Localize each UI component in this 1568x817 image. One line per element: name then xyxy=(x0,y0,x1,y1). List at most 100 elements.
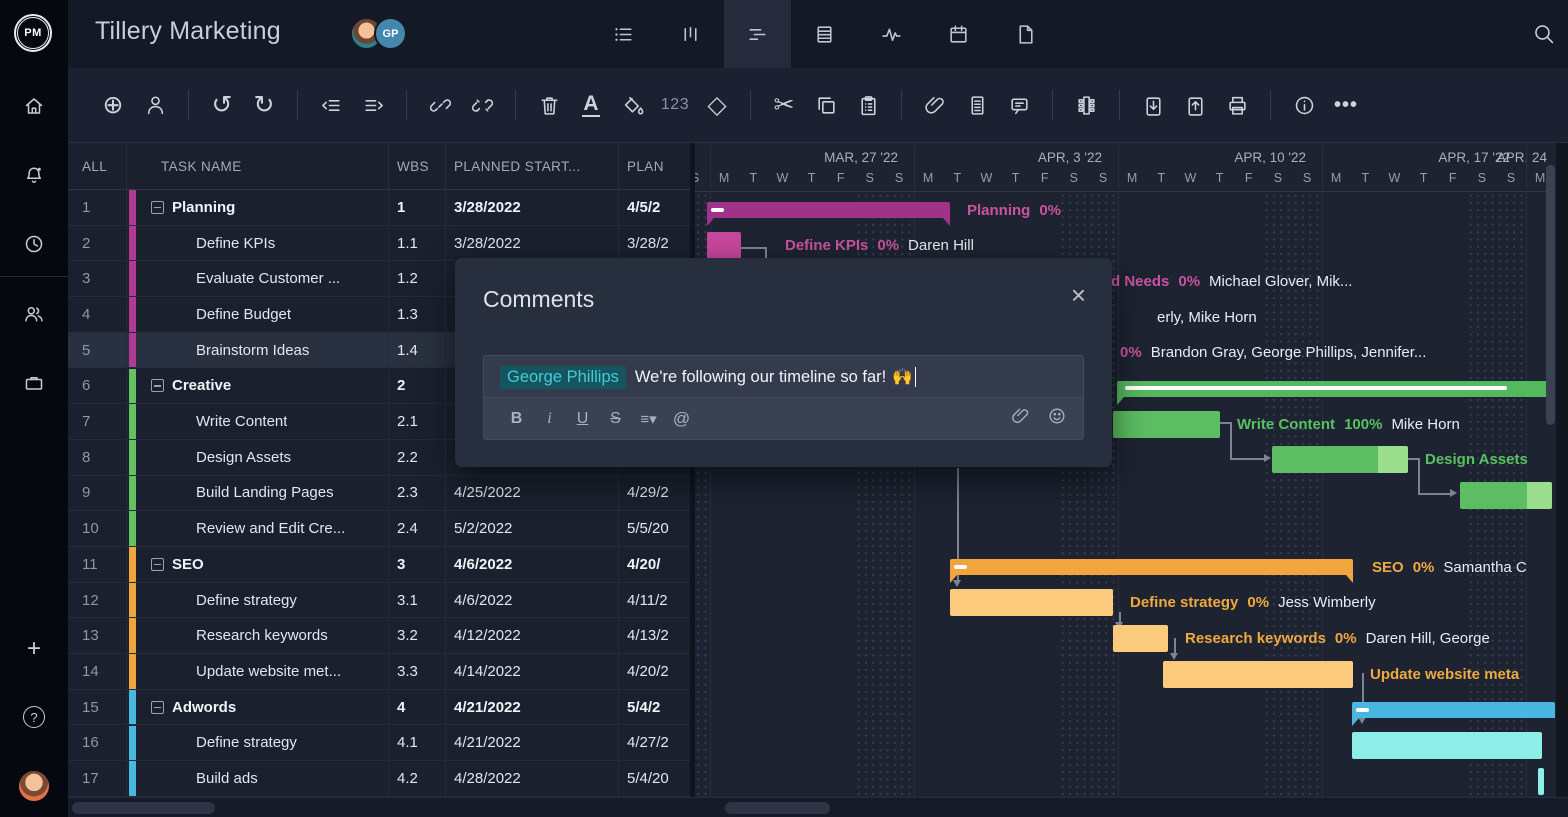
tab-docs-view[interactable] xyxy=(992,0,1059,68)
table-row-2[interactable]: 2Define KPIs1.13/28/20223/28/2 xyxy=(68,226,690,262)
tab-sheet-view[interactable] xyxy=(791,0,858,68)
attach-file-icon[interactable] xyxy=(1011,406,1031,431)
print-icon[interactable] xyxy=(1217,85,1257,125)
gantt-bar-row-11[interactable] xyxy=(950,559,1353,575)
gantt-bar-row-8[interactable] xyxy=(1272,446,1408,473)
redo-icon[interactable]: ↻ xyxy=(244,85,284,125)
copy-icon[interactable] xyxy=(806,85,846,125)
toolbar-separator xyxy=(1270,90,1271,120)
list-dropdown-icon[interactable]: ≡▾ xyxy=(632,410,665,428)
gantt-bar-row-17[interactable] xyxy=(1538,768,1544,795)
gantt-bar-row-13[interactable] xyxy=(1113,625,1168,652)
dependency-line xyxy=(741,247,765,249)
task-name: Research keywords xyxy=(196,627,328,644)
delete-icon[interactable] xyxy=(529,85,569,125)
table-hscroll-thumb[interactable] xyxy=(72,802,215,814)
table-row-14[interactable]: 14Update website met...3.34/14/20224/20/… xyxy=(68,654,690,690)
underline-button[interactable]: U xyxy=(566,410,599,428)
table-row-12[interactable]: 12Define strategy3.14/6/20224/11/2 xyxy=(68,583,690,619)
collapse-icon[interactable] xyxy=(151,558,164,571)
emoji-picker-icon[interactable] xyxy=(1047,406,1067,431)
assign-person-icon[interactable] xyxy=(135,85,175,125)
member-avatar-gp[interactable]: GP xyxy=(374,17,407,50)
columns-icon[interactable] xyxy=(1066,85,1106,125)
wbs-value: 3.2 xyxy=(389,618,446,653)
task-color-bar xyxy=(129,226,136,261)
collapse-icon[interactable] xyxy=(151,701,164,714)
sidebar-add-icon[interactable]: + xyxy=(0,629,68,669)
comment-icon[interactable] xyxy=(999,85,1039,125)
table-row-9[interactable]: 9Build Landing Pages2.34/25/20224/29/2 xyxy=(68,476,690,512)
collapse-icon[interactable] xyxy=(151,201,164,214)
attachment-icon[interactable] xyxy=(915,85,955,125)
more-icon[interactable]: ••• xyxy=(1326,85,1366,125)
table-row-16[interactable]: 16Define strategy4.14/21/20224/27/2 xyxy=(68,726,690,762)
gantt-bar-row-16[interactable] xyxy=(1352,732,1542,759)
import-icon[interactable] xyxy=(1133,85,1173,125)
gantt-bar-row-15[interactable] xyxy=(1352,702,1555,718)
sidebar-help-icon[interactable]: ? xyxy=(0,697,68,737)
add-task-icon[interactable]: ⊕ xyxy=(93,85,133,125)
italic-button[interactable]: i xyxy=(533,410,566,428)
tab-activity-view[interactable] xyxy=(858,0,925,68)
header-planned-start: PLANNED START... xyxy=(446,143,619,189)
unlink-tasks-icon[interactable] xyxy=(462,85,502,125)
tab-calendar-view[interactable] xyxy=(925,0,992,68)
gantt-hscroll-thumb[interactable] xyxy=(725,802,830,814)
tab-board-view[interactable] xyxy=(657,0,724,68)
raised-hands-emoji: 🙌 xyxy=(892,368,913,387)
sidebar-portfolio-icon[interactable] xyxy=(0,363,68,403)
gantt-bar-row-9[interactable] xyxy=(1460,482,1552,509)
header-all[interactable]: ALL xyxy=(68,143,127,189)
bold-button[interactable]: B xyxy=(500,410,533,428)
task-color-bar xyxy=(129,440,136,475)
table-row-15[interactable]: 15Adwords44/21/20225/4/2 xyxy=(68,690,690,726)
gantt-bar-row-14[interactable] xyxy=(1163,661,1353,688)
gantt-bar-row-12[interactable] xyxy=(950,589,1113,616)
gantt-bar-row-6[interactable] xyxy=(1117,381,1555,397)
outdent-icon[interactable] xyxy=(311,85,351,125)
wbs-value: 2.2 xyxy=(389,440,446,475)
day-letter: T xyxy=(1414,171,1434,185)
cut-icon[interactable]: ✂ xyxy=(764,85,804,125)
sidebar-home-icon[interactable] xyxy=(0,86,68,126)
week-boundary xyxy=(1526,145,1527,190)
paste-icon[interactable] xyxy=(848,85,888,125)
gantt-bar-row-7[interactable] xyxy=(1113,411,1220,438)
project-title: Tillery Marketing xyxy=(95,17,281,46)
gantt-bar-row-2[interactable] xyxy=(707,232,741,259)
mention-button[interactable]: @ xyxy=(665,409,698,429)
comment-input[interactable]: George Phillips We're following our time… xyxy=(484,356,1083,398)
gantt-bar-row-1[interactable] xyxy=(707,202,950,218)
table-row-11[interactable]: 11SEO34/6/20224/20/ xyxy=(68,547,690,583)
text-color-icon[interactable]: A xyxy=(571,85,611,125)
mention-chip[interactable]: George Phillips xyxy=(500,366,626,389)
collapse-icon[interactable] xyxy=(151,379,164,392)
indent-icon[interactable] xyxy=(353,85,393,125)
export-icon[interactable] xyxy=(1175,85,1215,125)
sidebar-recent-icon[interactable] xyxy=(0,224,68,264)
sidebar-profile-avatar[interactable] xyxy=(0,766,68,806)
notes-icon[interactable] xyxy=(957,85,997,125)
fill-color-icon[interactable] xyxy=(613,85,653,125)
close-icon[interactable]: × xyxy=(1071,282,1086,308)
task-color-bar xyxy=(129,297,136,332)
pm-logo[interactable]: PM xyxy=(14,14,52,52)
search-icon[interactable] xyxy=(1532,22,1555,50)
tab-list-view[interactable] xyxy=(590,0,657,68)
task-color-bar xyxy=(129,690,136,725)
sidebar-team-icon[interactable] xyxy=(0,294,68,334)
vertical-scrollbar[interactable] xyxy=(1546,165,1555,425)
undo-icon[interactable]: ↺ xyxy=(202,85,242,125)
table-row-10[interactable]: 10Review and Edit Cre...2.45/2/20225/5/2… xyxy=(68,511,690,547)
sidebar-notifications-icon[interactable] xyxy=(0,155,68,195)
milestone-icon[interactable]: ◇ xyxy=(697,85,737,125)
link-tasks-icon[interactable] xyxy=(420,85,460,125)
tab-gantt-view[interactable] xyxy=(724,0,791,68)
table-row-17[interactable]: 17Build ads4.24/28/20225/4/20 xyxy=(68,761,690,797)
table-row-13[interactable]: 13Research keywords3.24/12/20224/13/2 xyxy=(68,618,690,654)
strikethrough-button[interactable]: S xyxy=(599,410,632,428)
table-row-1[interactable]: 1Planning13/28/20224/5/2 xyxy=(68,190,690,226)
number-format-icon[interactable]: 123 xyxy=(655,85,695,125)
info-icon[interactable] xyxy=(1284,85,1324,125)
